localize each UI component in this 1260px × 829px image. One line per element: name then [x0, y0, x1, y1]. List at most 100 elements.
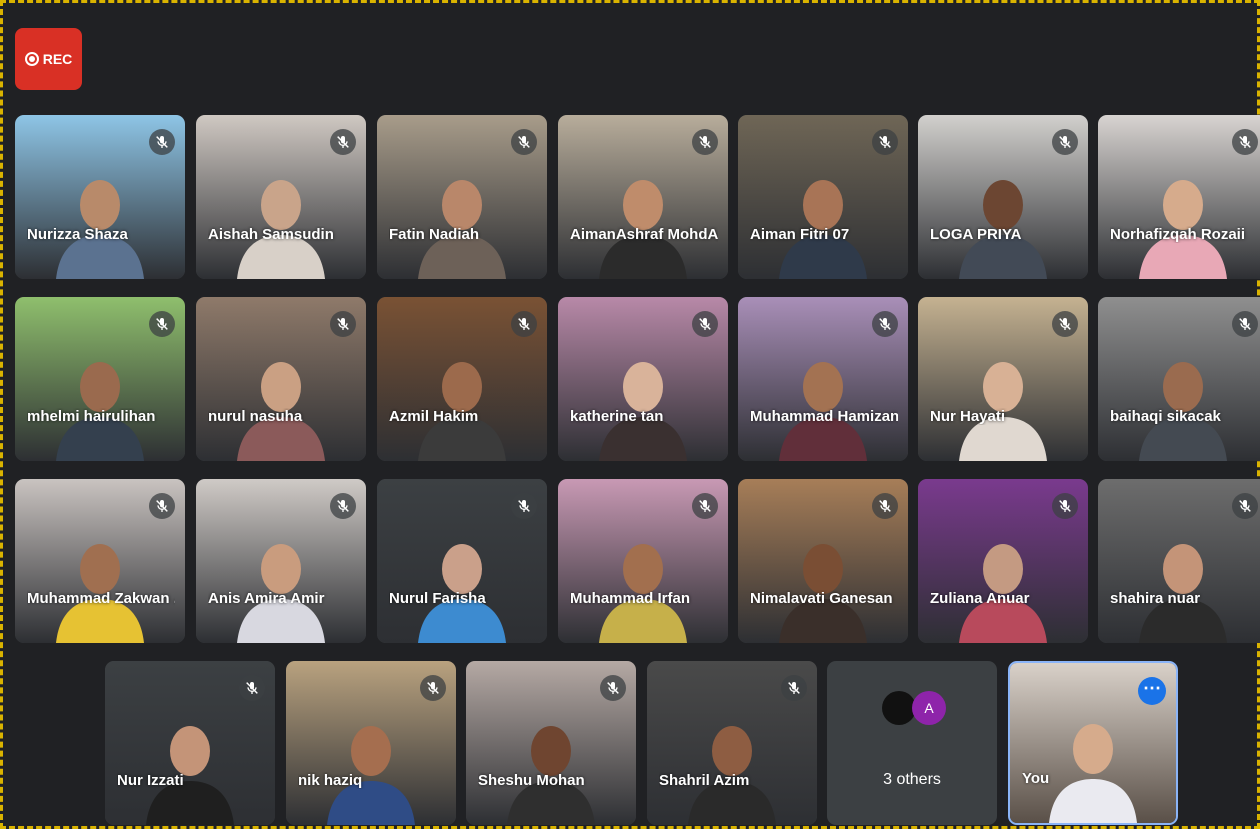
- participant-video-person: [507, 726, 595, 825]
- participant-video-person: [779, 180, 867, 279]
- participant-video-person: [688, 726, 776, 825]
- participant-name: Muhammad Zakwan ...: [27, 590, 175, 607]
- microphone-off-icon: [149, 129, 175, 155]
- participant-video-person: [1139, 544, 1227, 643]
- participant-video-person: [599, 362, 687, 461]
- participant-tile[interactable]: Nur Hayati: [918, 297, 1088, 461]
- others-avatars: A: [882, 691, 946, 727]
- participant-video-person: [237, 544, 325, 643]
- participant-tile[interactable]: LOGA PRIYA: [918, 115, 1088, 279]
- others-tile[interactable]: A 3 others: [827, 661, 997, 825]
- participant-tile[interactable]: Nur Izzati: [105, 661, 275, 825]
- microphone-off-icon: [330, 129, 356, 155]
- participant-name: Nimalavati Ganesan: [750, 590, 893, 607]
- self-view-tile[interactable]: ⋯ You: [1008, 661, 1178, 825]
- participant-tile[interactable]: nik haziq: [286, 661, 456, 825]
- participant-name: Shahril Azim: [659, 772, 750, 789]
- self-name: You: [1022, 770, 1050, 787]
- participant-name: baihaqi sikacak: [1110, 408, 1221, 425]
- participant-tile[interactable]: AimanAshraf MohdA...: [558, 115, 728, 279]
- participant-video-person: [599, 180, 687, 279]
- microphone-off-icon: [330, 311, 356, 337]
- participant-video-person: [1139, 362, 1227, 461]
- microphone-off-icon: [1232, 493, 1258, 519]
- microphone-off-icon: [511, 311, 537, 337]
- avatar: A: [912, 691, 946, 725]
- participant-name: Muhammad Irfan: [570, 590, 691, 607]
- participant-tile[interactable]: Aiman Fitri 07: [738, 115, 908, 279]
- participant-video-person: [599, 544, 687, 643]
- participant-name: Aiman Fitri 07: [750, 226, 850, 243]
- microphone-off-icon: [600, 675, 626, 701]
- participant-name: AimanAshraf MohdA...: [570, 226, 718, 243]
- participant-video-person: [959, 544, 1047, 643]
- microphone-off-icon: [692, 493, 718, 519]
- participant-tile[interactable]: Aishah Samsudin: [196, 115, 366, 279]
- participant-name: nik haziq: [298, 772, 363, 789]
- participant-video-person: [237, 362, 325, 461]
- participant-tile[interactable]: mhelmi hairulihan: [15, 297, 185, 461]
- participant-video-person: [959, 362, 1047, 461]
- microphone-off-icon: [781, 675, 807, 701]
- participant-video-person: [56, 180, 144, 279]
- participant-tile[interactable]: Zuliana Anuar: [918, 479, 1088, 643]
- microphone-off-icon: [692, 311, 718, 337]
- participant-name: Norhafizqah Rozaii: [1110, 226, 1246, 243]
- participant-video-person: [146, 726, 234, 825]
- participant-video-person: [418, 362, 506, 461]
- microphone-off-icon: [420, 675, 446, 701]
- participant-video-person: [418, 180, 506, 279]
- participant-video-person: [779, 544, 867, 643]
- participant-tile[interactable]: Nurul Farisha: [377, 479, 547, 643]
- participant-video-person: [418, 544, 506, 643]
- recording-label: REC: [42, 51, 73, 67]
- participant-name: Muhammad Hamizan: [750, 408, 898, 425]
- participant-tile[interactable]: baihaqi sikacak: [1098, 297, 1260, 461]
- microphone-off-icon: [149, 493, 175, 519]
- participant-name: Nurizza Shaza: [27, 226, 128, 243]
- participant-video-person: [959, 180, 1047, 279]
- participant-name: Nurul Farisha: [389, 590, 486, 607]
- participant-tile[interactable]: Azmil Hakim: [377, 297, 547, 461]
- microphone-off-icon: [1052, 129, 1078, 155]
- microphone-off-icon: [872, 493, 898, 519]
- participant-tile[interactable]: shahira nuar: [1098, 479, 1260, 643]
- participant-tile[interactable]: Shahril Azim: [647, 661, 817, 825]
- participant-name: Nur Izzati: [117, 772, 184, 789]
- others-count-label: 3 others: [883, 771, 941, 788]
- participant-tile[interactable]: Sheshu Mohan: [466, 661, 636, 825]
- microphone-off-icon: [330, 493, 356, 519]
- participant-name: nurul nasuha: [208, 408, 303, 425]
- participant-tile[interactable]: Muhammad Irfan: [558, 479, 728, 643]
- record-icon: [24, 52, 39, 66]
- participant-tile[interactable]: katherine tan: [558, 297, 728, 461]
- participant-tile[interactable]: Anis Amira Amir: [196, 479, 366, 643]
- more-options-icon[interactable]: ⋯: [1138, 677, 1166, 705]
- microphone-off-icon: [1052, 493, 1078, 519]
- participant-name: Aishah Samsudin: [208, 226, 334, 243]
- participant-video-person: [237, 180, 325, 279]
- microphone-off-icon: [239, 675, 265, 701]
- participant-name: shahira nuar: [1110, 590, 1201, 607]
- participant-name: Anis Amira Amir: [208, 590, 325, 607]
- participant-tile[interactable]: Fatin Nadiah: [377, 115, 547, 279]
- participant-tile[interactable]: Nimalavati Ganesan: [738, 479, 908, 643]
- microphone-off-icon: [1232, 311, 1258, 337]
- recording-indicator[interactable]: REC: [15, 28, 82, 90]
- participant-tile[interactable]: Nurizza Shaza: [15, 115, 185, 279]
- participant-video-person: [779, 362, 867, 461]
- participant-name: Azmil Hakim: [389, 408, 479, 425]
- microphone-off-icon: [1052, 311, 1078, 337]
- participant-video-person: [1139, 180, 1227, 279]
- participant-video-person: [56, 362, 144, 461]
- microphone-off-icon: [872, 129, 898, 155]
- participant-tile[interactable]: nurul nasuha: [196, 297, 366, 461]
- microphone-off-icon: [1232, 129, 1258, 155]
- participant-tile[interactable]: Muhammad Hamizan: [738, 297, 908, 461]
- participant-name: katherine tan: [570, 408, 664, 425]
- participant-tile[interactable]: Norhafizqah Rozaii: [1098, 115, 1260, 279]
- participant-tile[interactable]: Muhammad Zakwan ...: [15, 479, 185, 643]
- participant-name: Sheshu Mohan: [478, 772, 585, 789]
- microphone-off-icon: [872, 311, 898, 337]
- participant-name: Fatin Nadiah: [389, 226, 480, 243]
